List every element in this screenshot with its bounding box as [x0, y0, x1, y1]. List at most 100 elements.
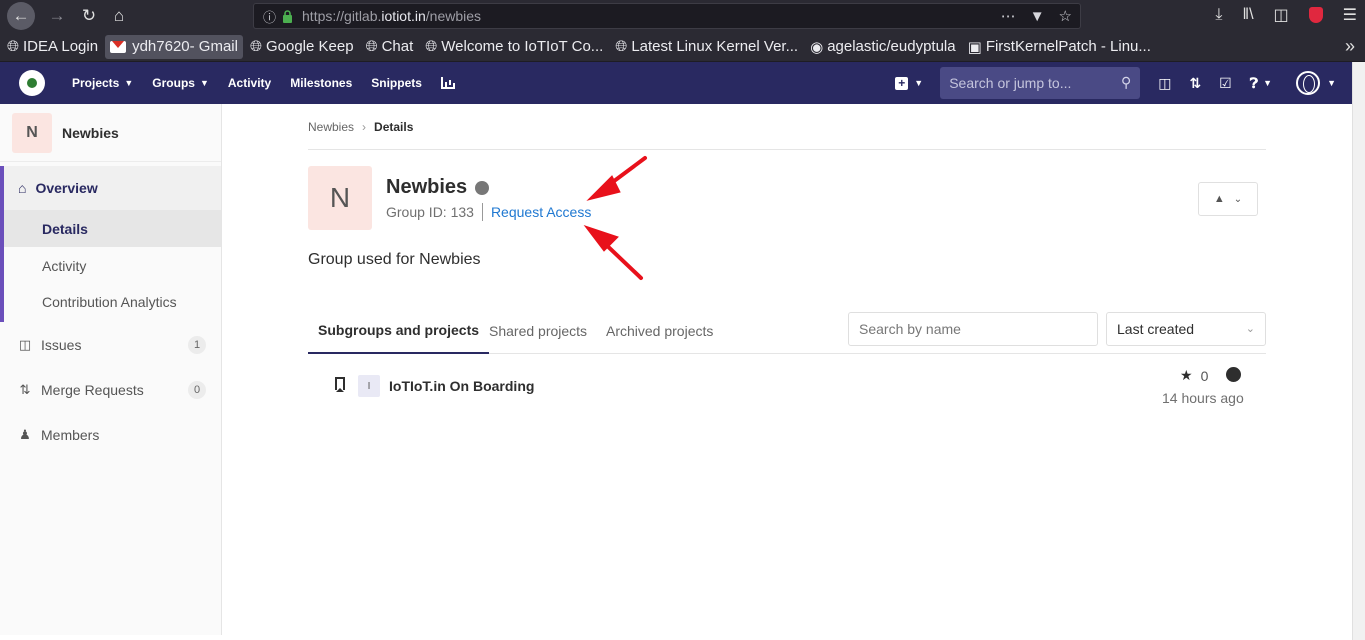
- sidebar-item-members[interactable]: ♟ Members: [0, 412, 221, 457]
- bookmark-eudyptula[interactable]: ◉ agelastic/eudyptula: [805, 35, 961, 59]
- pocket-icon[interactable]: ▼: [1030, 8, 1045, 25]
- notification-settings-button[interactable]: ▲ ⌄: [1198, 182, 1258, 216]
- shield-icon[interactable]: [1308, 7, 1323, 23]
- sidebar-header[interactable]: N Newbies: [0, 104, 221, 162]
- search-by-name-input[interactable]: Search by name: [848, 312, 1098, 346]
- project-name-link[interactable]: IoTIoT.in On Boarding: [389, 378, 534, 394]
- chevron-down-icon: ⌄: [1245, 323, 1255, 335]
- sidebar-item-details[interactable]: Details: [4, 210, 221, 247]
- reload-icon[interactable]: ↻: [75, 2, 103, 30]
- sort-select[interactable]: Last created ⌄: [1106, 312, 1266, 346]
- bookmarks-bar: 🌐︎ IDEA Login ydh7620- Gmail 🌐︎ Google Kee…: [0, 32, 1365, 62]
- merge-request-icon[interactable]: ⇅: [1189, 75, 1201, 92]
- info-icon[interactable]: ⓘ: [263, 7, 276, 26]
- tabs-row: Subgroups and projects Shared projects A…: [308, 308, 1266, 354]
- nav-snippets[interactable]: Snippets: [371, 76, 422, 90]
- merge-request-icon: ⇅: [19, 381, 31, 397]
- chevron-down-icon: ▼: [914, 78, 924, 88]
- breadcrumb: Newbies › Details: [308, 104, 1266, 150]
- group-sidebar: N Newbies ⌂ Overview Details Activity Con…: [0, 104, 222, 635]
- group-meta: Group ID: 133 Request Access: [386, 203, 591, 221]
- gmail-icon: [110, 40, 127, 53]
- globe-icon: 🌐︎: [425, 38, 438, 55]
- sidebar-item-issues[interactable]: ◫ Issues 1: [0, 322, 221, 367]
- url-text: https://gitlab.iotiot.in/newbies: [302, 8, 482, 24]
- globe-icon: 🌐︎: [249, 38, 262, 55]
- project-updated-time: 14 hours ago: [1162, 390, 1244, 406]
- url-bar[interactable]: ⓘ https://gitlab.iotiot.in/newbies ⋯ ▼ ☆: [253, 3, 1081, 29]
- gitlab-logo[interactable]: [19, 70, 45, 96]
- merge-requests-count-badge: 0: [188, 381, 206, 399]
- page-scrollbar[interactable]: [1352, 62, 1365, 640]
- issues-count-badge: 1: [188, 336, 206, 354]
- tab-archived-projects[interactable]: Archived projects: [606, 308, 713, 354]
- public-globe-icon: [1226, 367, 1241, 382]
- star-icon: ★: [1180, 367, 1193, 383]
- lock-icon: [283, 9, 293, 23]
- bookmark-idea-login[interactable]: 🌐︎ IDEA Login: [2, 35, 103, 59]
- more-bookmarks-icon[interactable]: »: [1345, 36, 1355, 57]
- issues-icon[interactable]: ◫: [1158, 75, 1171, 92]
- nav-milestones[interactable]: Milestones: [290, 76, 352, 90]
- user-avatar[interactable]: [1296, 71, 1321, 95]
- chevron-down-icon: ▼: [199, 78, 209, 88]
- nav-projects[interactable]: Projects ▼: [72, 76, 133, 90]
- top-nav: Projects ▼ Groups ▼ Activity Milestones Sn…: [72, 76, 474, 90]
- bookmark-chat[interactable]: 🌐︎ Chat: [361, 35, 419, 59]
- download-icon[interactable]: ⤓: [1215, 6, 1222, 24]
- todo-icon[interactable]: ☑: [1219, 75, 1232, 92]
- site-icon: ▣: [967, 38, 982, 56]
- group-avatar: N: [12, 112, 52, 153]
- request-access-link[interactable]: Request Access: [491, 204, 591, 220]
- new-dropdown-button[interactable]: + ▼: [895, 76, 924, 90]
- project-avatar: I: [358, 375, 380, 397]
- library-icon[interactable]: ‖\: [1242, 6, 1253, 24]
- main-content: Newbies › Details N Newbies Group ID: 13…: [308, 104, 1266, 406]
- chevron-down-icon[interactable]: ▼: [1327, 78, 1336, 88]
- nav-activity[interactable]: Activity: [228, 76, 271, 90]
- sidebar-overview-group: ⌂ Overview Details Activity Contribution …: [0, 166, 221, 322]
- group-title: Newbies: [386, 176, 490, 199]
- menu-icon[interactable]: ☰: [1343, 5, 1357, 25]
- back-arrow-icon[interactable]: ←: [7, 2, 35, 30]
- sidebar-item-activity[interactable]: Activity: [4, 247, 221, 284]
- forward-arrow-icon[interactable]: →: [43, 2, 71, 30]
- sidebar-item-merge-requests[interactable]: ⇅ Merge Requests 0: [0, 367, 221, 412]
- tab-subgroups-and-projects[interactable]: Subgroups and projects: [308, 308, 490, 354]
- bookmark-gmail[interactable]: ydh7620- Gmail: [105, 34, 243, 59]
- github-icon: ◉: [810, 38, 824, 56]
- breadcrumb-parent[interactable]: Newbies: [308, 120, 354, 134]
- group-avatar-large: N: [308, 166, 372, 230]
- bookmark-google-keep[interactable]: 🌐︎ Google Keep: [245, 35, 359, 59]
- group-info: N Newbies Group ID: 133 Request Access ▲…: [308, 166, 1266, 230]
- nav-analytics[interactable]: [440, 77, 455, 89]
- chart-icon: [440, 77, 455, 89]
- issues-icon: ◫: [18, 336, 32, 352]
- help-icon[interactable]: ❓︎ ▼: [1250, 75, 1272, 92]
- sidebar-item-overview[interactable]: ⌂ Overview: [4, 166, 221, 210]
- home-icon: ⌂: [18, 180, 27, 196]
- chevron-down-icon: ▼: [124, 78, 134, 88]
- search-input[interactable]: Search or jump to... ⚲: [940, 67, 1141, 99]
- bookmark-star-icon[interactable]: ☆: [1059, 7, 1072, 25]
- logo-mark: [27, 78, 37, 88]
- globe-icon: 🌐︎: [7, 38, 20, 55]
- bookmark-icon: [335, 377, 345, 392]
- bookmark-linux-kernel[interactable]: 🌐︎ Latest Linux Kernel Ver...: [610, 35, 803, 59]
- globe-icon: 🌐︎: [365, 38, 378, 55]
- chevron-right-icon: ›: [362, 119, 367, 134]
- sidebar-icon[interactable]: ◫: [1274, 5, 1289, 25]
- page-actions-icon[interactable]: ⋯: [1001, 7, 1016, 25]
- breadcrumb-current[interactable]: Details: [374, 120, 413, 134]
- meta-divider: [481, 203, 483, 221]
- nav-groups[interactable]: Groups ▼: [152, 76, 209, 90]
- gitlab-header: Projects ▼ Groups ▼ Activity Milestones Sn…: [0, 62, 1352, 104]
- bookmark-first-kernel-patch[interactable]: ▣ FirstKernelPatch - Linu...: [963, 35, 1156, 59]
- project-row[interactable]: I IoTIoT.in On Boarding ★ 0 14 hours ago: [308, 362, 1266, 418]
- globe-icon: 🌐︎: [615, 38, 628, 55]
- bookmark-iotiot[interactable]: 🌐︎ Welcome to IoTIoT Co...: [420, 35, 608, 59]
- tab-shared-projects[interactable]: Shared projects: [489, 308, 587, 354]
- home-icon[interactable]: ⌂: [105, 2, 133, 30]
- sidebar-item-contribution-analytics[interactable]: Contribution Analytics: [4, 284, 221, 322]
- sidebar-group-name: Newbies: [62, 124, 119, 141]
